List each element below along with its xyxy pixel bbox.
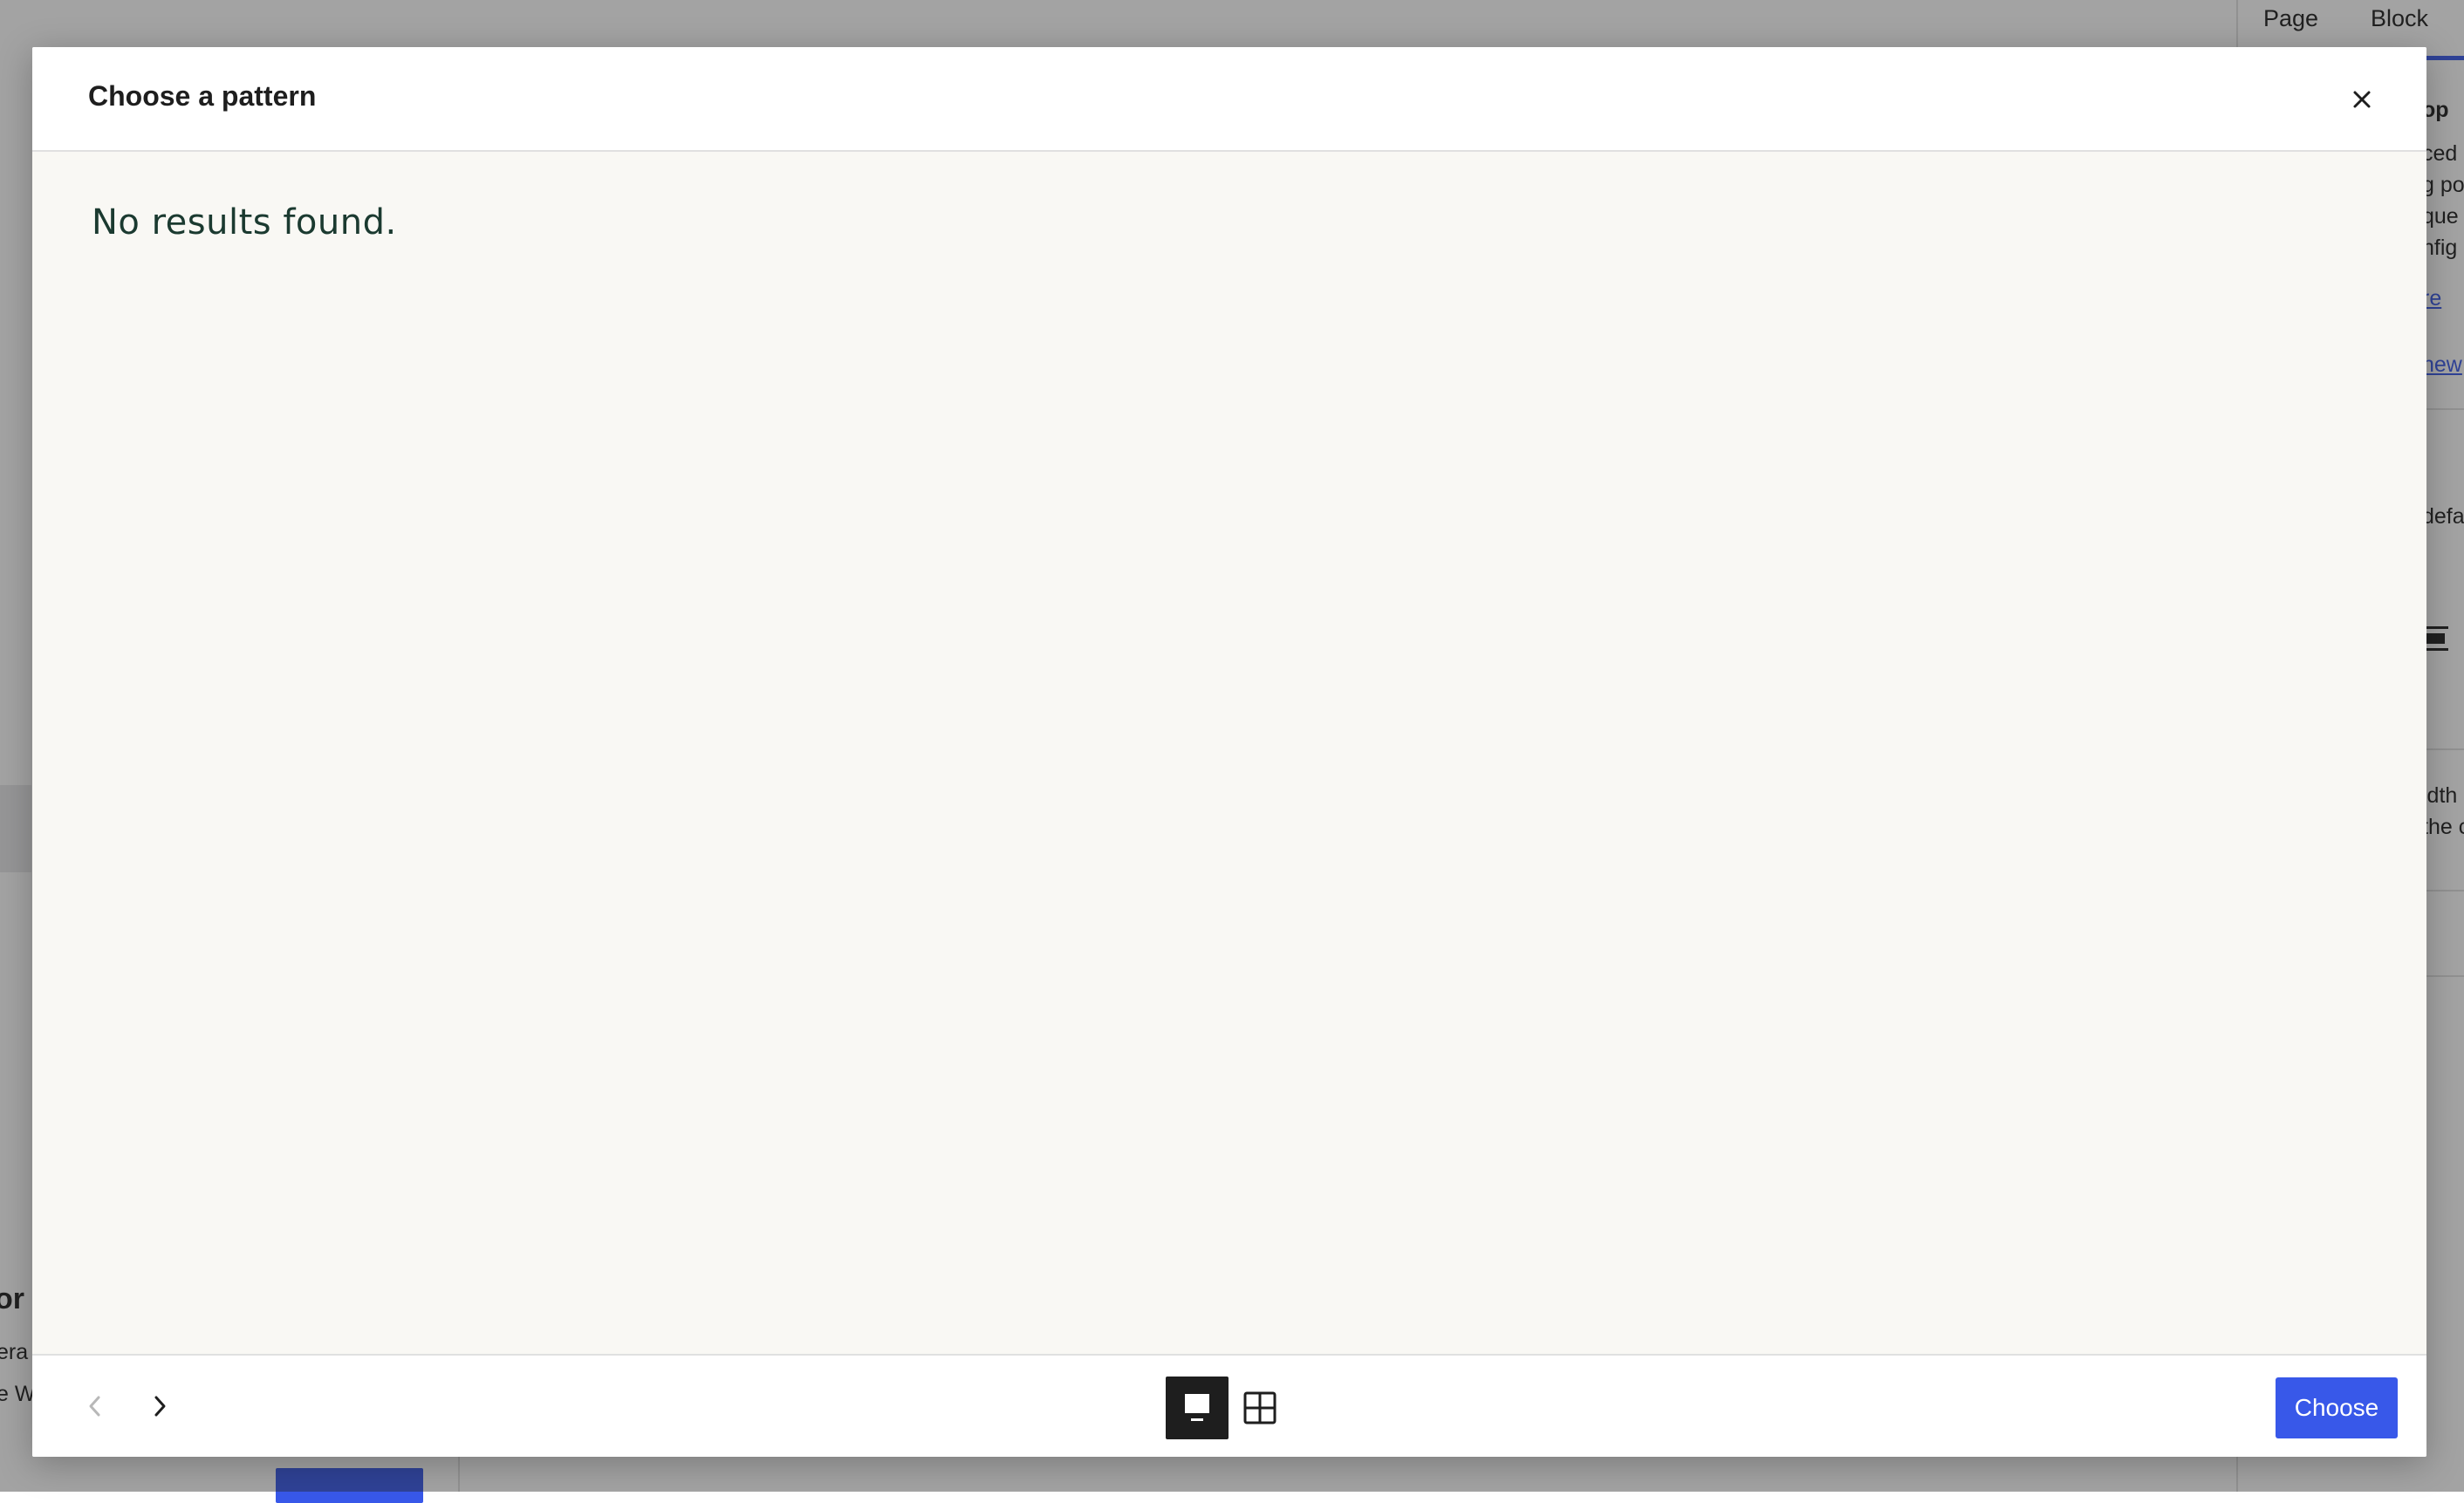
- modal-header: Choose a pattern: [32, 47, 2426, 152]
- modal-footer: Choose: [32, 1354, 2426, 1457]
- grid-view-icon: [1243, 1391, 1276, 1424]
- grid-view-button[interactable]: [1229, 1377, 1291, 1439]
- pattern-results-area: No results found.: [32, 152, 2426, 1354]
- carousel-view-icon: [1185, 1394, 1209, 1421]
- modal-title: Choose a pattern: [88, 80, 317, 112]
- previous-pattern-button[interactable]: [69, 1380, 121, 1432]
- empty-state-message: No results found.: [92, 202, 397, 243]
- pattern-chooser-modal: Choose a pattern No results found. Choos…: [32, 47, 2426, 1457]
- choose-button[interactable]: Choose: [2276, 1377, 2398, 1438]
- close-icon: [2353, 91, 2371, 108]
- carousel-view-button[interactable]: [1166, 1377, 1229, 1439]
- view-mode-toggle: [1166, 1377, 1291, 1439]
- chevron-right-icon: [154, 1396, 166, 1417]
- chevron-left-icon: [89, 1396, 100, 1417]
- close-button[interactable]: [2341, 79, 2383, 120]
- next-pattern-button[interactable]: [133, 1380, 186, 1432]
